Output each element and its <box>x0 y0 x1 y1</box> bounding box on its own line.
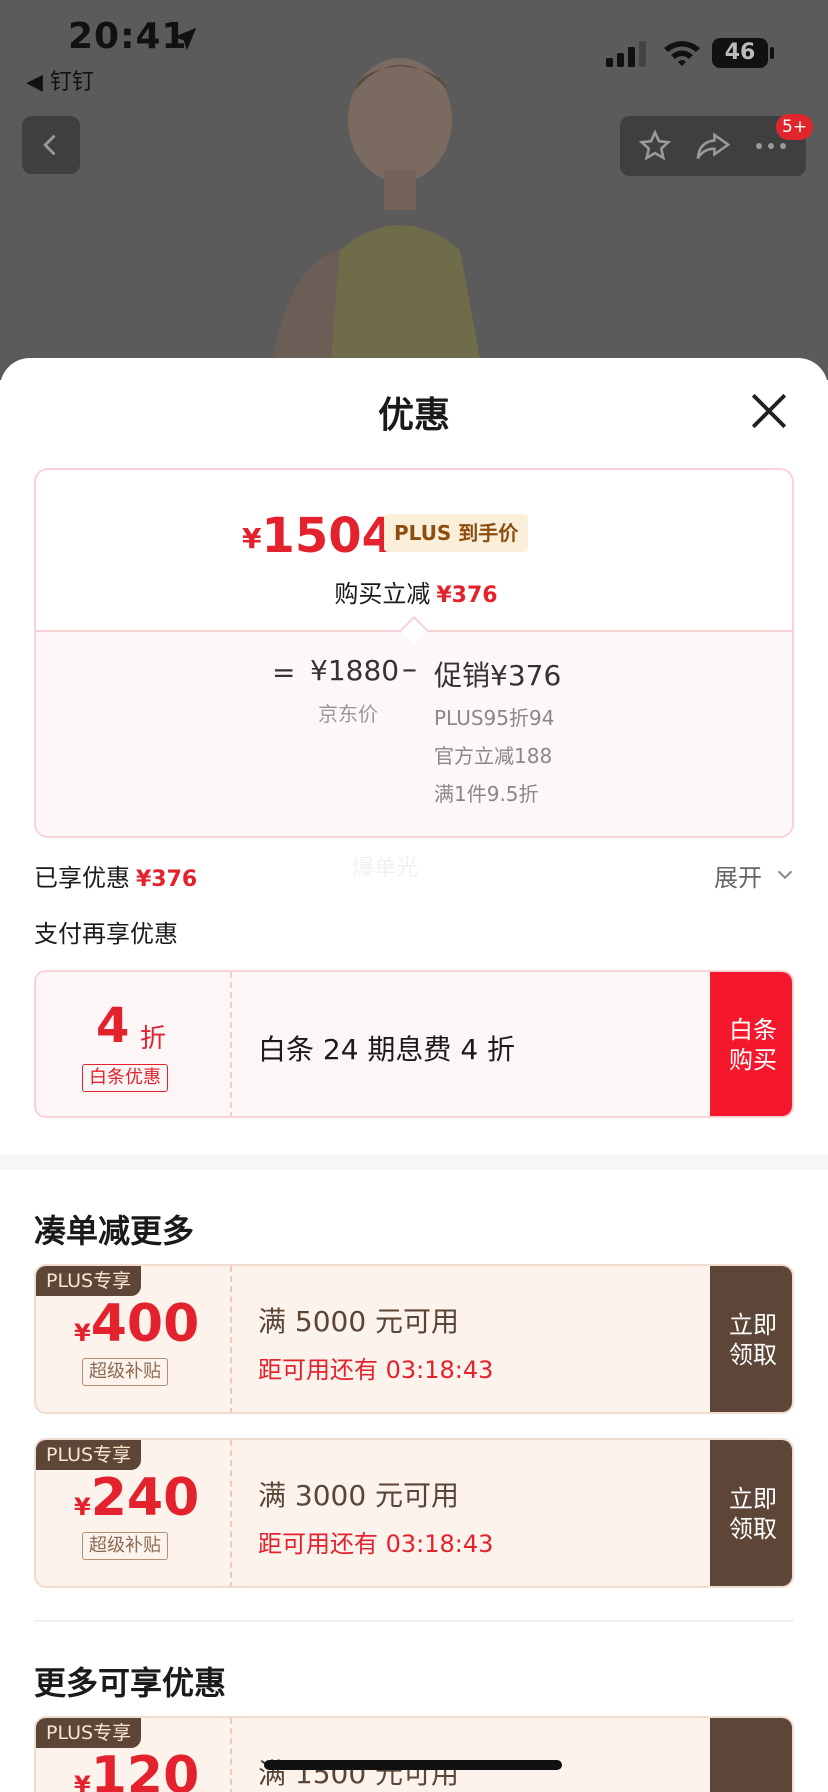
final-price: ¥1504 <box>242 508 395 564</box>
status-bar: 20:41 ◀ 钉钉 46 <box>0 0 828 100</box>
notification-badge: 5+ <box>776 114 814 140</box>
currency-symbol: ¥ <box>74 1319 91 1347</box>
battery-indicator: 46 <box>712 38 768 68</box>
share-button[interactable] <box>691 124 735 168</box>
coupon-card: ¥240 超级补贴 PLUS专享 满 3000 元可用 距可用还有 03:18:… <box>34 1438 794 1588</box>
promotion-item: PLUS95折94 <box>434 706 555 730</box>
coupon-countdown: 距可用还有 03:18:43 <box>258 1356 494 1384</box>
coupon-amount: ¥240 <box>74 1468 199 1528</box>
promotion-total: 促销¥376 <box>434 659 562 692</box>
share-icon <box>696 132 731 160</box>
equals-sign: = <box>272 656 296 689</box>
section-title-combine: 凑单减更多 <box>34 1212 195 1250</box>
plus-exclusive-badge: PLUS专享 <box>36 1440 142 1470</box>
coupon-amount: ¥400 <box>74 1294 199 1354</box>
more-icon <box>756 143 786 149</box>
back-button[interactable] <box>22 116 80 174</box>
home-indicator[interactable] <box>264 1760 562 1770</box>
coupon-condition: 满 5000 元可用 <box>258 1305 460 1338</box>
enjoyed-amount: ¥376 <box>136 867 198 892</box>
product-background-overlay: 20:41 ◀ 钉钉 46 5+ <box>0 0 828 380</box>
jd-price: ¥1880 <box>310 654 400 687</box>
chevron-down-icon[interactable] <box>774 864 796 886</box>
instant-cut-label: 购买立减 <box>334 580 431 608</box>
enjoyed-discount: 已享优惠 ¥376 <box>34 858 197 893</box>
coupon-card: ¥120 PLUS专享 满 1500 元可用 立即 <box>34 1716 794 1792</box>
plus-price-tag: PLUS 到手价 <box>384 514 529 552</box>
jd-price-label: 京东价 <box>318 702 378 726</box>
claim-coupon-button[interactable]: 立即 <box>710 1718 792 1792</box>
currency-symbol: ¥ <box>74 1493 91 1521</box>
coupon-amount-value: 240 <box>90 1468 200 1528</box>
baitiao-discount-unit: 折 <box>140 1024 167 1054</box>
coupon-countdown: 距可用还有 03:18:43 <box>258 1530 494 1558</box>
pay-more-title: 支付再享优惠 <box>34 920 178 948</box>
promotion-item: 官方立减188 <box>434 744 553 768</box>
plus-exclusive-badge: PLUS专享 <box>36 1718 142 1748</box>
back-icon <box>43 134 56 156</box>
section-title-more: 更多可享优惠 <box>34 1664 227 1702</box>
star-icon <box>638 129 672 161</box>
baitiao-offer-card[interactable]: 4 折 白条优惠 白条 24 期息费 4 折 白条 购买 <box>34 970 794 1118</box>
coupon-amount: ¥120 <box>74 1746 199 1792</box>
section-divider <box>0 1154 828 1170</box>
instant-cut-line: 购买立减 ¥376 <box>36 574 792 609</box>
discount-sheet: 优惠 ¥1504 PLUS 到手价 购买立减 ¥376 = ¥1880 京东价 –… <box>0 358 828 1792</box>
baitiao-buy-button[interactable]: 白条 购买 <box>710 972 792 1116</box>
instant-cut-amount: ¥376 <box>436 583 498 608</box>
claim-coupon-button[interactable]: 立即 领取 <box>710 1440 792 1586</box>
baitiao-tag: 白条优惠 <box>82 1064 168 1092</box>
coupon-card: ¥400 超级补贴 PLUS专享 满 5000 元可用 距可用还有 03:18:… <box>34 1264 794 1414</box>
cellular-signal-icon <box>606 41 646 67</box>
plus-exclusive-badge: PLUS专享 <box>36 1266 142 1296</box>
enjoyed-label: 已享优惠 <box>34 864 130 892</box>
coupon-amount-value: 120 <box>90 1746 200 1792</box>
favorite-button[interactable] <box>633 124 677 168</box>
sheet-title: 优惠 <box>377 395 450 436</box>
coupon-condition: 满 1500 元可用 <box>258 1757 460 1790</box>
coupon-tag: 超级补贴 <box>82 1532 168 1560</box>
claim-coupon-button[interactable]: 立即 领取 <box>710 1266 792 1412</box>
currency-symbol: ¥ <box>242 522 262 555</box>
battery-cap <box>770 47 774 59</box>
coupon-condition: 满 3000 元可用 <box>258 1479 460 1512</box>
baitiao-discount-block: 4 折 白条优惠 <box>36 972 232 1116</box>
close-icon[interactable] <box>748 390 790 432</box>
price-breakdown-card: ¥1504 PLUS 到手价 购买立减 ¥376 = ¥1880 京东价 – 促销… <box>34 468 794 838</box>
currency-symbol: ¥ <box>74 1771 91 1792</box>
baitiao-discount-number: 4 <box>96 998 130 1054</box>
coupon-tag: 超级补贴 <box>82 1358 168 1386</box>
wifi-icon <box>664 41 700 66</box>
promotion-item: 满1件9.5折 <box>434 782 539 806</box>
location-arrow-icon <box>173 27 197 51</box>
watermark-text: 爆单光 <box>352 856 419 881</box>
back-to-app-link[interactable]: ◀ 钉钉 <box>26 64 94 96</box>
baitiao-offer-text: 白条 24 期息费 4 折 <box>258 1033 516 1066</box>
price-formula-area: = ¥1880 京东价 – 促销¥376 PLUS95折94 官方立减188 满… <box>36 630 792 836</box>
section-divider-line <box>34 1620 794 1622</box>
coupon-amount-value: 400 <box>90 1294 200 1354</box>
minus-sign: – <box>402 652 417 687</box>
expand-button[interactable]: 展开 <box>714 858 762 893</box>
final-price-value: 1504 <box>261 508 396 564</box>
